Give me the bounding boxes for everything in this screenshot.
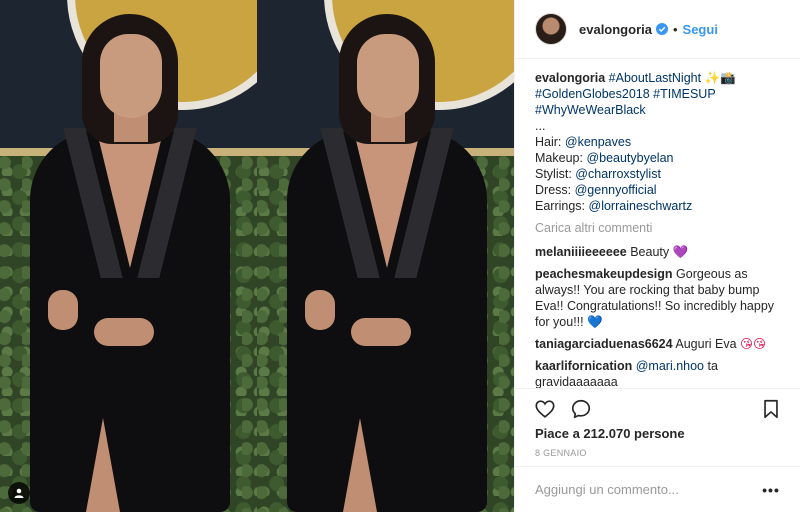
credit-line: Dress: @gennyofficial <box>535 182 781 198</box>
load-more-comments-button[interactable]: Carica altri commenti <box>535 220 781 236</box>
follow-button[interactable]: Segui <box>683 22 718 37</box>
speech-bubble-icon[interactable] <box>569 397 593 421</box>
likes-count[interactable]: Piace a 212.070 persone <box>535 426 685 441</box>
comments-list: evalongoria #AboutLastNight ✨📸 #GoldenGl… <box>515 70 800 388</box>
caption: evalongoria #AboutLastNight ✨📸 #GoldenGl… <box>535 70 781 214</box>
hand-right <box>351 318 411 346</box>
post-date[interactable]: 8 GENNAIO <box>535 448 587 458</box>
credit-mention[interactable]: @charroxstylist <box>575 167 661 181</box>
hand-left <box>305 290 335 330</box>
photo-panel-right <box>257 0 514 512</box>
comment-emoji: 💙 <box>587 315 603 329</box>
caption-hashtags-1[interactable]: #AboutLastNight ✨📸 <box>609 71 736 85</box>
credit-label: Dress: <box>535 183 572 197</box>
user-tag-icon[interactable] <box>8 482 30 504</box>
comment-item: melaniiiieeeeee Beauty 💜 <box>535 244 781 260</box>
credit-label: Hair: <box>535 135 562 149</box>
header-username[interactable]: evalongoria <box>579 22 652 37</box>
caption-hashtags-3[interactable]: #WhyWeWearBlack <box>535 102 781 118</box>
comment-text: Auguri Eva <box>675 337 737 351</box>
heart-icon[interactable] <box>533 397 557 421</box>
avatar[interactable] <box>535 13 567 45</box>
bookmark-icon[interactable] <box>759 397 783 421</box>
comment-username[interactable]: peachesmakeupdesign <box>535 267 673 281</box>
hand-left <box>48 290 78 330</box>
credit-mention[interactable]: @lorraineschwartz <box>589 199 693 213</box>
credit-line: Makeup: @beautybyelan <box>535 150 781 166</box>
comment-emoji: 😘😘 <box>740 337 767 351</box>
caption-username[interactable]: evalongoria <box>535 71 605 85</box>
photo-panel-left <box>0 0 257 512</box>
credit-label: Stylist: <box>535 167 572 181</box>
more-options-icon[interactable]: ••• <box>761 480 781 500</box>
comment-username[interactable]: melaniiiieeeeee <box>535 245 627 259</box>
comment-item: kaarlifornication @mari.nhoo ta gravidaa… <box>535 358 781 388</box>
comment-item: peachesmakeupdesign Gorgeous as always!!… <box>535 266 781 330</box>
face <box>357 34 419 118</box>
comment-username[interactable]: kaarlifornication <box>535 359 632 373</box>
post-header: evalongoria • Segui <box>515 0 800 59</box>
comment-username[interactable]: taniagarciaduenas6624 <box>535 337 673 351</box>
caption-ellipsis: ... <box>535 119 546 133</box>
comment-item: taniagarciaduenas6624 Auguri Eva 😘😘 <box>535 336 781 352</box>
header-separator: • <box>672 21 678 37</box>
caption-hashtags-2[interactable]: #GoldenGlobes2018 #TIMESUP <box>535 86 781 102</box>
hand-right <box>94 318 154 346</box>
verified-badge-icon <box>655 23 668 35</box>
action-bar <box>515 388 800 428</box>
credit-line: Earrings: @lorraineschwartz <box>535 198 781 214</box>
credit-mention[interactable]: @gennyofficial <box>575 183 657 197</box>
credit-line: Hair: @kenpaves <box>535 134 781 150</box>
credit-label: Earrings: <box>535 199 586 213</box>
comment-input[interactable] <box>535 482 761 497</box>
comment-text: Beauty <box>630 245 670 259</box>
post-photo[interactable] <box>0 0 514 512</box>
post-sidebar: evalongoria • Segui evalongoria #AboutLa… <box>514 0 800 512</box>
comment-emoji: 💜 <box>672 245 689 259</box>
face <box>100 34 162 118</box>
credit-label: Makeup: <box>535 151 583 165</box>
add-comment-bar: ••• <box>515 466 800 512</box>
credit-mention[interactable]: @kenpaves <box>565 135 631 149</box>
comment-mention[interactable]: @mari.nhoo <box>636 359 704 373</box>
credit-line: Stylist: @charroxstylist <box>535 166 781 182</box>
credit-mention[interactable]: @beautybyelan <box>586 151 673 165</box>
